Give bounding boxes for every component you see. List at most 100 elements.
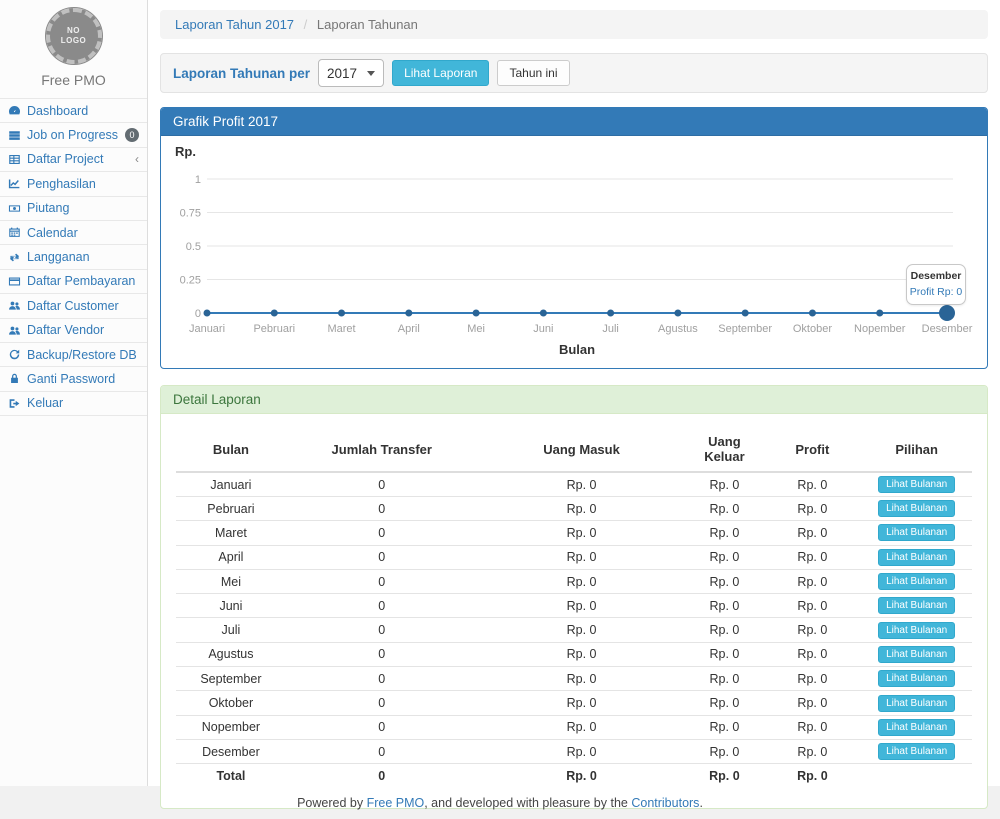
table-row: Nopember0Rp. 0Rp. 0Rp. 0Lihat Bulanan [176,715,972,739]
table-cell: Maret [176,521,286,545]
table-cell: Rp. 0 [685,691,763,715]
sidebar-item-daftar-vendor[interactable]: Daftar Vendor [0,319,147,343]
table-cell: Nopember [176,715,286,739]
svg-text:0: 0 [195,308,201,320]
lihat-bulanan-button[interactable]: Lihat Bulanan [878,695,955,712]
table-cell-action: Lihat Bulanan [861,472,972,497]
table-cell: Rp. 0 [478,667,686,691]
table-cell: Rp. 0 [478,545,686,569]
sidebar-item-label: Langganan [27,250,90,264]
column-header: Uang Masuk [478,426,686,472]
column-header: Bulan [176,426,286,472]
footer-text-suffix: . [699,796,702,810]
table-cell: Rp. 0 [478,569,686,593]
sidebar-item-label: Daftar Project [27,152,103,166]
sidebar-item-ganti-password[interactable]: Ganti Password [0,367,147,391]
filter-bar: Laporan Tahunan per 2017 Lihat Laporan T… [160,53,988,93]
breadcrumb: Laporan Tahun 2017 / Laporan Tahunan [160,10,988,39]
table-cell: Rp. 0 [478,618,686,642]
table-cell: April [176,545,286,569]
calendar-icon [8,226,21,239]
lihat-bulanan-button[interactable]: Lihat Bulanan [878,719,955,736]
total-cell: 0 [286,764,478,788]
table-cell: 0 [286,739,478,763]
sidebar-item-label: Penghasilan [27,177,96,191]
table-cell: Januari [176,472,286,497]
table-cell: 0 [286,618,478,642]
credit-card-icon [8,275,21,288]
lihat-bulanan-button[interactable]: Lihat Bulanan [878,597,955,614]
svg-text:April: April [398,323,420,335]
table-cell: Rp. 0 [763,497,861,521]
total-cell: Total [176,764,286,788]
table-cell: Oktober [176,691,286,715]
svg-text:Januari: Januari [189,323,225,335]
sidebar-item-label: Ganti Password [27,372,115,386]
breadcrumb-link[interactable]: Laporan Tahun 2017 [175,17,294,32]
profit-line-chart: 00.250.50.751JanuariPebruariMaretAprilMe… [161,136,987,368]
sidebar-item-keluar[interactable]: Keluar [0,392,147,416]
sidebar-item-dashboard[interactable]: Dashboard [0,99,147,123]
svg-text:Juni: Juni [533,323,553,335]
table-cell: September [176,667,286,691]
lihat-bulanan-button[interactable]: Lihat Bulanan [878,743,955,760]
svg-text:0.25: 0.25 [180,275,201,287]
table-cell: Rp. 0 [478,521,686,545]
sidebar-item-backup-restore-db[interactable]: Backup/Restore DB [0,343,147,367]
table-row: Pebruari0Rp. 0Rp. 0Rp. 0Lihat Bulanan [176,497,972,521]
lihat-bulanan-button[interactable]: Lihat Bulanan [878,549,955,566]
table-cell-action: Lihat Bulanan [861,497,972,521]
svg-text:0.75: 0.75 [180,208,201,220]
table-cell: Rp. 0 [478,739,686,763]
table-cell: 0 [286,667,478,691]
lihat-bulanan-button[interactable]: Lihat Bulanan [878,524,955,541]
table-body: Januari0Rp. 0Rp. 0Rp. 0Lihat BulananPebr… [176,472,972,764]
chart-panel-title: Grafik Profit 2017 [161,108,987,136]
table-row: Januari0Rp. 0Rp. 0Rp. 0Lihat Bulanan [176,472,972,497]
sidebar-item-daftar-pembayaran[interactable]: Daftar Pembayaran [0,270,147,294]
table-cell: Rp. 0 [763,618,861,642]
count-badge: 0 [125,128,139,142]
table-cell: Rp. 0 [478,715,686,739]
main-content: Laporan Tahun 2017 / Laporan Tahunan Lap… [148,0,1000,786]
lihat-bulanan-button[interactable]: Lihat Bulanan [878,500,955,517]
lihat-bulanan-button[interactable]: Lihat Bulanan [878,573,955,590]
sidebar-item-daftar-project[interactable]: Daftar Project‹ [0,148,147,172]
free-pmo-link[interactable]: Free PMO [367,796,425,810]
tasks-icon [8,129,21,142]
detail-panel: Detail Laporan BulanJumlah TransferUang … [160,385,988,809]
sidebar-item-langganan[interactable]: Langganan [0,245,147,269]
sidebar-item-label: Dashboard [27,104,88,118]
sidebar-item-job-on-progress[interactable]: Job on Progress 0 [0,123,147,147]
contributors-link[interactable]: Contributors [631,796,699,810]
table-cell: 0 [286,691,478,715]
chart-area: Rp. 00.250.50.751JanuariPebruariMaretApr… [161,136,987,368]
sidebar-item-label: Job on Progress [27,128,118,142]
year-select[interactable]: 2017 [318,59,384,87]
table-row: Mei0Rp. 0Rp. 0Rp. 0Lihat Bulanan [176,569,972,593]
table-cell: 0 [286,545,478,569]
table-cell-action: Lihat Bulanan [861,667,972,691]
svg-text:0.5: 0.5 [186,241,201,253]
lihat-laporan-button[interactable]: Lihat Laporan [392,60,489,86]
sidebar-item-calendar[interactable]: Calendar [0,221,147,245]
table-cell-action: Lihat Bulanan [861,715,972,739]
sidebar-item-piutang[interactable]: Piutang [0,197,147,221]
tahun-ini-button[interactable]: Tahun ini [497,60,569,86]
table-cell: Rp. 0 [763,739,861,763]
table-cell: Rp. 0 [763,642,861,666]
money-icon [8,202,21,215]
lihat-bulanan-button[interactable]: Lihat Bulanan [878,670,955,687]
table-row: Juni0Rp. 0Rp. 0Rp. 0Lihat Bulanan [176,594,972,618]
table-cell: Rp. 0 [685,667,763,691]
sidebar-item-daftar-customer[interactable]: Daftar Customer [0,294,147,318]
sign-out-icon [8,397,21,410]
table-cell: Agustus [176,642,286,666]
lihat-bulanan-button[interactable]: Lihat Bulanan [878,622,955,639]
table-cell: 0 [286,715,478,739]
sidebar-item-label: Daftar Vendor [27,323,104,337]
lihat-bulanan-button[interactable]: Lihat Bulanan [878,476,955,493]
lihat-bulanan-button[interactable]: Lihat Bulanan [878,646,955,663]
svg-text:Nopember: Nopember [854,323,906,335]
sidebar-item-penghasilan[interactable]: Penghasilan [0,172,147,196]
